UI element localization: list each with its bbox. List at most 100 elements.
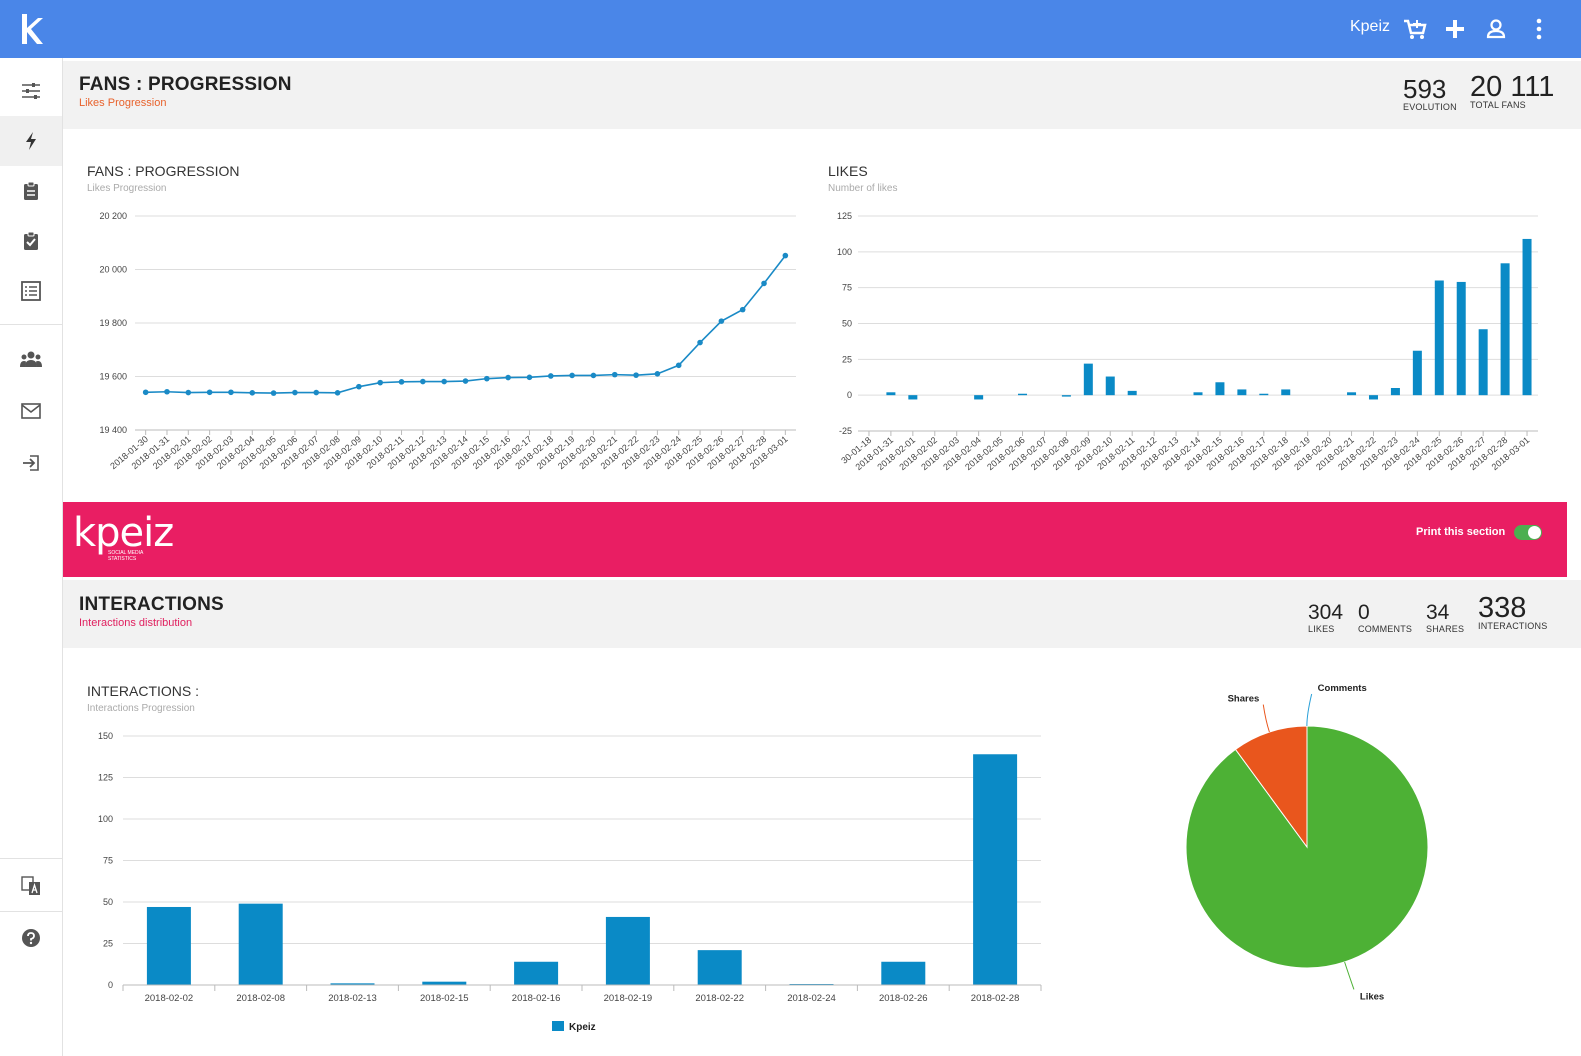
- data-point: [206, 389, 213, 396]
- bar: [1368, 395, 1378, 400]
- x-tick-label: 2018-02-15: [420, 993, 469, 1004]
- data-point: [611, 371, 618, 378]
- section-subtitle: Interactions distribution: [79, 617, 193, 629]
- data-point: [590, 372, 597, 379]
- data-point: [270, 390, 277, 396]
- bar: [1522, 238, 1532, 396]
- data-point: [420, 378, 426, 385]
- x-tick-label: 2018-02-16: [512, 993, 561, 1004]
- cart-plus-icon[interactable]: [1402, 16, 1428, 42]
- data-point: [654, 371, 661, 377]
- bar: [886, 392, 896, 396]
- plus-icon[interactable]: [1442, 16, 1468, 42]
- kpi-total-fans: 20 111 TOTAL FANS: [1470, 71, 1555, 111]
- users-icon[interactable]: [0, 334, 62, 384]
- data-point: [334, 390, 341, 396]
- bar: [1281, 389, 1291, 396]
- pie-leader-line: [1306, 693, 1313, 727]
- clipboard-icon[interactable]: [0, 166, 62, 216]
- bar: [1347, 392, 1357, 396]
- data-point: [569, 372, 575, 379]
- data-point: [697, 339, 703, 346]
- kpi-label: COMMENTS: [1358, 624, 1413, 634]
- y-tick-label: 20 000: [99, 265, 127, 275]
- interactions-bar-chart: 0 25 50 75 100 125 150 2018-02-02 2018-02-08 2018…: [98, 731, 1042, 1033]
- y-tick-label: 75: [842, 283, 852, 293]
- user-icon[interactable]: [1483, 16, 1509, 42]
- legend-label: Kpeiz: [569, 1022, 596, 1033]
- kpi-value: 593: [1403, 74, 1447, 104]
- data-point: [484, 375, 490, 382]
- bar: [973, 754, 1018, 985]
- legend-swatch: [552, 1021, 564, 1031]
- y-tick-label: -25: [839, 426, 852, 436]
- data-point: [782, 252, 789, 259]
- data-point: [547, 373, 554, 379]
- section-title: INTERACTIONS: [79, 594, 224, 615]
- more-vert-icon[interactable]: [1526, 16, 1552, 42]
- y-tick-label: 150: [98, 731, 113, 741]
- y-tick-label: 19 400: [99, 425, 127, 435]
- mail-icon[interactable]: [0, 386, 62, 436]
- bar: [1193, 392, 1203, 396]
- kpi-value: 20 111: [1470, 71, 1555, 103]
- data-point: [185, 389, 192, 396]
- help-icon[interactable]: [0, 913, 62, 963]
- kpeiz-banner: kpeiz SOCIAL MEDIA STATISTICS Print this…: [63, 502, 1567, 577]
- lightning-icon[interactable]: [0, 116, 62, 166]
- x-tick-label: 2018-02-22: [695, 993, 744, 1004]
- data-point: [675, 362, 682, 369]
- data-point: [377, 379, 384, 386]
- y-tick-label: 25: [103, 939, 113, 949]
- likes-chart-title: LIKES: [828, 163, 868, 179]
- clipboard-check-icon[interactable]: [0, 216, 62, 266]
- data-point: [292, 389, 298, 396]
- kpi-label: INTERACTIONS: [1478, 621, 1548, 631]
- list-icon[interactable]: [0, 266, 62, 316]
- y-tick-label: 100: [98, 814, 113, 824]
- print-section-toggle[interactable]: [1514, 525, 1542, 540]
- kpi-interactions: 338 INTERACTIONS: [1478, 594, 1548, 632]
- data-point: [356, 383, 362, 390]
- y-tick-label: 0: [847, 390, 852, 400]
- kpeiz-logo-icon[interactable]: [16, 10, 48, 48]
- y-tick-label: 19 600: [99, 372, 127, 382]
- bar: [1127, 390, 1137, 396]
- y-tick-label: 50: [103, 897, 113, 907]
- kpi-value: 0: [1358, 601, 1370, 624]
- kpi-comments: 0 COMMENTS: [1358, 601, 1413, 635]
- kpi-evolution: 593 EVOLUTION: [1403, 76, 1457, 112]
- kpeiz-brand-logo: kpeiz SOCIAL MEDIA STATISTICS: [73, 510, 183, 568]
- line-chart-subtitle: Likes Progression: [87, 183, 167, 194]
- y-tick-label: 125: [837, 211, 852, 221]
- line-chart-title: FANS : PROGRESSION: [87, 163, 240, 179]
- data-point: [633, 372, 639, 378]
- translate-icon[interactable]: [0, 861, 62, 911]
- data-point: [739, 306, 746, 313]
- bar: [1237, 389, 1247, 396]
- bar: [697, 950, 742, 985]
- kpi-label: SHARES: [1426, 624, 1465, 634]
- user-name[interactable]: Kpeiz: [1330, 18, 1390, 36]
- data-point: [398, 379, 405, 385]
- sign-in-icon[interactable]: [0, 438, 62, 488]
- data-point: [526, 374, 533, 381]
- bar: [146, 906, 191, 985]
- bar: [1456, 281, 1466, 396]
- fans-line-chart: 19 40019 60019 80020 00020 2002018-01-30…: [99, 211, 796, 471]
- pie-leader-line: [1344, 961, 1355, 990]
- section-title: FANS : PROGRESSION: [79, 74, 292, 95]
- x-tick-label: 2018-02-02: [145, 993, 194, 1004]
- interactions-chart-subtitle: Interactions Progression: [87, 703, 195, 714]
- sliders-icon[interactable]: [0, 66, 62, 116]
- print-section-label: Print this section: [1416, 526, 1506, 538]
- y-tick-label: 75: [103, 856, 113, 866]
- kpi-value: 34: [1426, 601, 1450, 624]
- interactions-pie-chart: Likes Shares Comments: [1185, 683, 1429, 1002]
- bar: [1061, 395, 1071, 397]
- bar: [1390, 388, 1400, 396]
- bar: [1105, 376, 1115, 396]
- bar: [1434, 280, 1444, 396]
- x-tick-label: 2018-02-08: [236, 993, 285, 1004]
- bar: [881, 961, 926, 985]
